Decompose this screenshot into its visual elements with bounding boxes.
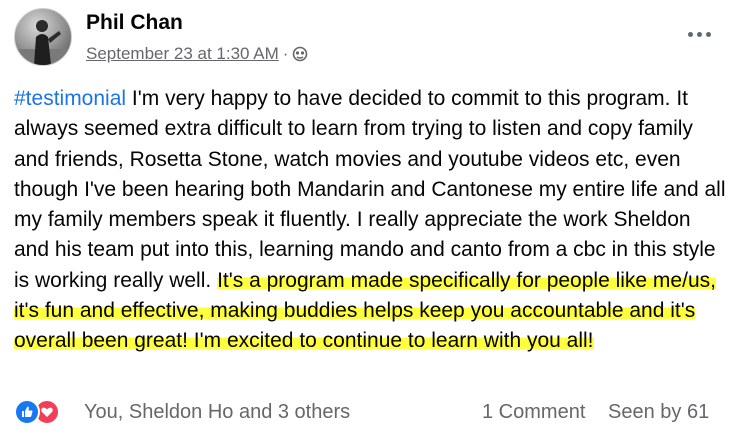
post-body-text: I'm very happy to have decided to commit… bbox=[14, 87, 726, 292]
globe-icon[interactable] bbox=[292, 46, 308, 62]
post-meta: September 23 at 1:30 AM · bbox=[86, 44, 308, 64]
post-footer: You, Sheldon Ho and 3 others 1 Comment S… bbox=[14, 396, 726, 430]
more-options-icon[interactable] bbox=[684, 24, 714, 44]
avatar[interactable] bbox=[14, 8, 72, 66]
facebook-post: Phil Chan September 23 at 1:30 AM · #tes… bbox=[0, 0, 736, 440]
seen-count[interactable]: Seen by 61 bbox=[608, 401, 709, 424]
reactions-summary[interactable]: You, Sheldon Ho and 3 others bbox=[84, 401, 350, 424]
person-silhouette-icon bbox=[15, 20, 71, 65]
hashtag-link[interactable]: #testimonial bbox=[14, 87, 126, 110]
like-icon bbox=[14, 399, 40, 425]
comments-count[interactable]: 1 Comment bbox=[482, 401, 585, 424]
author-name[interactable]: Phil Chan bbox=[86, 11, 183, 35]
meta-separator: · bbox=[282, 44, 289, 63]
post-body: #testimonial I'm very happy to have deci… bbox=[14, 84, 726, 357]
post-timestamp[interactable]: September 23 at 1:30 AM bbox=[86, 44, 279, 64]
reaction-icons[interactable] bbox=[14, 399, 60, 425]
